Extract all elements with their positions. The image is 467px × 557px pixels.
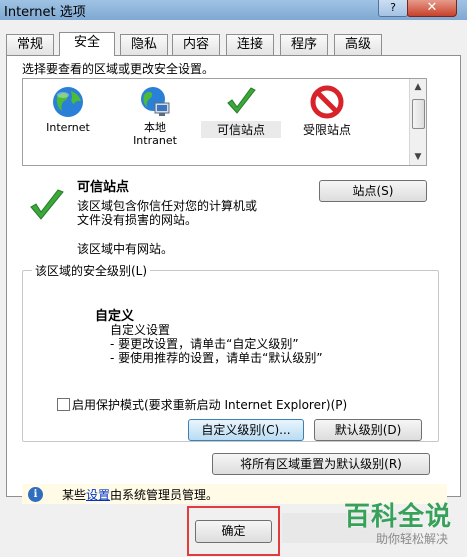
watermark-title: 百科全说: [343, 502, 452, 532]
title-bar: Internet 选项 ? ✕: [0, 0, 467, 20]
zone-internet[interactable]: Internet: [28, 85, 108, 134]
zone-list-scrollbar[interactable]: ▲ ▼: [409, 79, 426, 165]
info-prefix: 某些: [62, 488, 87, 502]
security-level-group-label: 该区域的安全级别(L): [32, 262, 151, 279]
tab-general[interactable]: 常规: [6, 34, 54, 55]
tab-connections[interactable]: 连接: [226, 34, 274, 55]
zone-description-line1: 该区域包含你信任对您的计算机或: [77, 199, 258, 213]
sites-button[interactable]: 站点(S): [319, 180, 427, 202]
help-button[interactable]: ?: [378, 0, 408, 17]
zone-description-line2: 文件没有损害的网站。: [77, 213, 198, 227]
tab-security[interactable]: 安全: [59, 32, 115, 56]
tab-programs[interactable]: 程序: [280, 34, 328, 55]
custom-level-button[interactable]: 自定义级别(C)...: [188, 419, 304, 441]
watermark-subtitle: 助你轻松解决: [375, 532, 448, 546]
zone-list[interactable]: Internet 本地 Intranet 可信站点 受限站点 ▲ ▼: [22, 78, 427, 166]
zone-restricted-label: 受限站点: [302, 123, 351, 137]
info-icon: i: [28, 487, 43, 502]
zone-note: 该区域中有网站。: [77, 242, 174, 256]
window-title: Internet 选项: [4, 5, 86, 20]
globe-icon: [53, 87, 83, 117]
protected-mode-label[interactable]: 启用保护模式(要求重新启动 Internet Explorer)(P): [72, 396, 347, 413]
no-entry-icon: [310, 85, 344, 119]
info-text: 某些设置由系统管理员管理。: [62, 486, 218, 503]
tab-content[interactable]: 内容: [172, 34, 220, 55]
default-level-button[interactable]: 默认级别(D): [314, 419, 422, 441]
zone-intranet-label: 本地 Intranet: [133, 121, 177, 147]
scroll-thumb[interactable]: [412, 99, 425, 129]
ok-button-highlight: [187, 506, 280, 556]
protected-mode-checkbox[interactable]: [57, 398, 70, 411]
close-button[interactable]: ✕: [407, 0, 457, 17]
trusted-checkmark-icon: [30, 189, 64, 220]
tab-privacy[interactable]: 隐私: [120, 34, 168, 55]
zone-local-intranet[interactable]: 本地 Intranet: [115, 85, 195, 147]
scroll-up-arrow-icon[interactable]: ▲: [410, 79, 426, 95]
watermark: 百科全说 助你轻松解决: [330, 496, 458, 554]
zone-restricted-sites[interactable]: 受限站点: [287, 85, 367, 138]
intranet-globe-icon: [141, 87, 170, 116]
checkmark-icon: [227, 87, 256, 114]
info-suffix: 由系统管理员管理。: [110, 488, 219, 502]
zone-internet-label: Internet: [46, 121, 90, 134]
zone-title: 可信站点: [77, 180, 130, 195]
zone-trusted-label: 可信站点: [201, 121, 281, 138]
zone-select-label: 选择要查看的区域或更改安全设置。: [22, 62, 215, 76]
security-level-line3: - 要使用推荐的设置，请单击“默认级别”: [110, 351, 323, 365]
settings-link[interactable]: 设置: [86, 488, 110, 502]
zone-description: 该区域包含你信任对您的计算机或 文件没有损害的网站。: [77, 199, 297, 227]
tab-advanced[interactable]: 高级: [334, 34, 382, 55]
scroll-down-arrow-icon[interactable]: ▼: [410, 149, 426, 165]
reset-all-zones-button[interactable]: 将所有区域重置为默认级别(R): [212, 453, 430, 475]
zone-trusted-sites[interactable]: 可信站点: [201, 85, 281, 138]
